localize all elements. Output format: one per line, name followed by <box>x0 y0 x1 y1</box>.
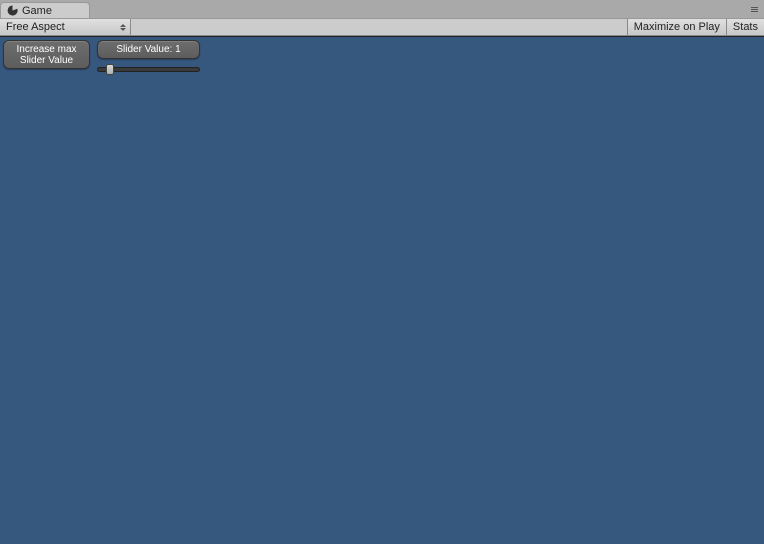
pacman-icon <box>7 5 18 16</box>
game-tab-label: Game <box>22 5 52 17</box>
aspect-dropdown-label: Free Aspect <box>6 21 65 33</box>
aspect-dropdown[interactable]: Free Aspect <box>0 19 131 35</box>
slider-value-display[interactable]: Slider Value: 1 <box>97 40 200 59</box>
tab-strip: Game <box>0 0 764 18</box>
game-toolbar: Free Aspect Maximize on Play Stats <box>0 18 764 36</box>
increase-max-slider-button[interactable]: Increase max Slider Value <box>3 40 90 69</box>
maximize-on-play-button[interactable]: Maximize on Play <box>627 19 726 35</box>
stats-label: Stats <box>733 21 758 33</box>
increase-button-label: Increase max Slider Value <box>16 44 76 66</box>
toolbar-spacer <box>131 19 627 35</box>
window-menu-icon[interactable] <box>748 4 760 14</box>
stats-button[interactable]: Stats <box>726 19 764 35</box>
dropdown-arrows-icon <box>120 24 126 31</box>
game-tab[interactable]: Game <box>0 2 90 18</box>
slider-handle[interactable] <box>106 64 114 75</box>
game-viewport: Increase max Slider Value Slider Value: … <box>0 36 764 544</box>
slider-value-label: Slider Value: 1 <box>116 44 180 55</box>
value-slider[interactable] <box>97 64 200 74</box>
maximize-label: Maximize on Play <box>634 21 720 33</box>
